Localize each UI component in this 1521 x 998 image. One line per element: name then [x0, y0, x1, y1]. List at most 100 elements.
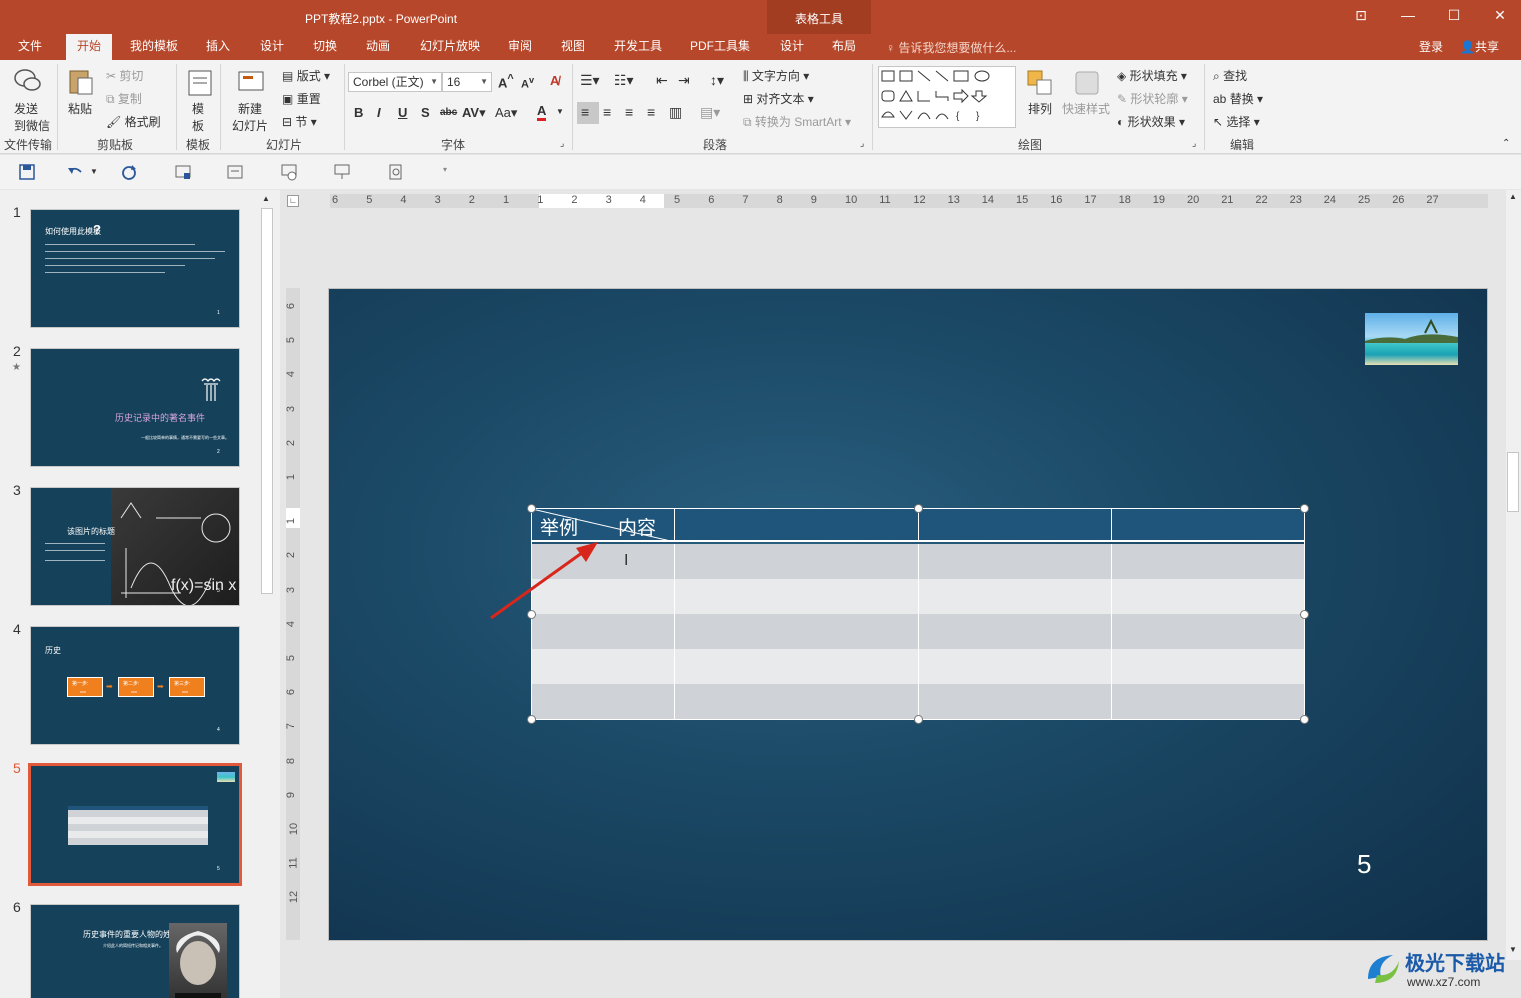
vertical-ruler[interactable]: 6 5 4 3 2 1 1 2 3 4 5 6 7 8 9 10 11 12: [285, 288, 300, 940]
thumbnail-scrollbar[interactable]: ▲: [259, 192, 275, 998]
table-row[interactable]: [532, 544, 1304, 579]
justify-icon[interactable]: ≡: [647, 104, 655, 120]
text-direction-button[interactable]: ⫼ 文字方向 ▾: [743, 67, 809, 84]
copy-button[interactable]: ⧉ 复制: [106, 90, 142, 107]
redo-icon[interactable]: [120, 163, 138, 181]
slide-thumbnail-5[interactable]: 5: [28, 763, 242, 886]
maximize-icon[interactable]: ☐: [1444, 7, 1464, 24]
tab-developer[interactable]: 开发工具: [606, 34, 670, 60]
tell-me-box[interactable]: ♀ 告诉我您想要做什么...: [886, 39, 1016, 56]
tab-pdf-tools[interactable]: PDF工具集: [680, 34, 760, 60]
close-icon[interactable]: ✕: [1490, 7, 1510, 24]
slide-thumbnail-2[interactable]: 历史记录中的著名事件 一般比较简单的事情，通常不需要写的一些文章。 2: [30, 348, 240, 467]
tab-my-templates[interactable]: 我的模板: [122, 34, 186, 60]
tab-table-layout[interactable]: 布局: [822, 34, 866, 60]
table-cell[interactable]: [919, 614, 1112, 649]
ribbon-display-icon[interactable]: ⊡: [1351, 7, 1371, 24]
line-spacing-icon[interactable]: ↕▾: [710, 72, 724, 89]
save-icon[interactable]: [18, 163, 36, 181]
table-row[interactable]: [532, 649, 1304, 684]
strikethrough-icon[interactable]: abc: [440, 107, 457, 118]
resize-handle[interactable]: [527, 715, 536, 724]
clear-format-icon[interactable]: A̸: [550, 73, 559, 88]
beach-image[interactable]: [1365, 313, 1458, 365]
tab-stop-icon[interactable]: ∟: [287, 195, 299, 207]
scrollbar-thumb[interactable]: [261, 208, 273, 594]
new-slide-button[interactable]: 新建 幻灯片: [232, 100, 268, 134]
font-size-select[interactable]: 16 ▼: [442, 72, 492, 92]
slide-thumbnail-6[interactable]: 历史事件的重要人物的姓名 介绍此人的简短传记和相关事件。: [30, 904, 240, 998]
table-cell[interactable]: [675, 614, 919, 649]
paste-button[interactable]: 粘贴: [68, 100, 92, 117]
login-link[interactable]: 登录: [1419, 38, 1443, 55]
tab-table-design[interactable]: 设计: [770, 34, 814, 60]
shape-outline-button[interactable]: ✎ 形状轮廓 ▾: [1117, 90, 1188, 107]
share-button[interactable]: 👤共享: [1460, 38, 1499, 55]
chevron-down-icon[interactable]: ▼: [556, 107, 564, 116]
table-cell[interactable]: [675, 579, 919, 614]
table-cell[interactable]: [919, 544, 1112, 579]
new-slide-qat-icon[interactable]: [174, 163, 192, 181]
decrease-indent-icon[interactable]: ⇤: [656, 72, 668, 89]
numbering-icon[interactable]: ☷▾: [614, 72, 634, 89]
find-button[interactable]: ⌕ 查找: [1213, 67, 1247, 84]
table-header-row[interactable]: 举例 内容: [532, 509, 1304, 542]
table-row[interactable]: [532, 684, 1304, 719]
table-cell[interactable]: [532, 649, 675, 684]
bullets-icon[interactable]: ☰▾: [580, 72, 600, 89]
resize-handle[interactable]: [914, 715, 923, 724]
align-text-button[interactable]: ⊞ 对齐文本 ▾: [743, 90, 814, 107]
font-name-select[interactable]: Corbel (正文) ▼: [348, 72, 442, 92]
table-cell[interactable]: [919, 649, 1112, 684]
present-icon[interactable]: [333, 163, 351, 181]
editor-scrollbar[interactable]: ▲ ▼: [1506, 190, 1521, 960]
tab-home[interactable]: 开始: [66, 34, 112, 60]
scrollbar-thumb[interactable]: [1507, 452, 1519, 512]
align-center-icon[interactable]: ≡: [603, 104, 611, 120]
tab-design[interactable]: 设计: [250, 34, 294, 60]
print-preview-icon[interactable]: [387, 163, 405, 181]
align-right-icon[interactable]: ≡: [625, 104, 633, 120]
tab-animations[interactable]: 动画: [356, 34, 400, 60]
table-cell[interactable]: [919, 509, 1112, 540]
send-wechat-button[interactable]: 发送 到微信: [14, 100, 50, 134]
replace-button[interactable]: ab 替换 ▾: [1213, 90, 1263, 107]
slideshow-qat-icon[interactable]: [280, 163, 298, 181]
grow-font-icon[interactable]: A^: [498, 73, 514, 90]
convert-smartart-button[interactable]: ⧉ 转换为 SmartArt ▾: [743, 113, 851, 130]
tab-file[interactable]: 文件: [8, 34, 52, 60]
shapes-gallery[interactable]: {}: [878, 66, 1016, 128]
drawing-dialog-launcher-icon[interactable]: ⌟: [1192, 138, 1196, 149]
table-cell[interactable]: [675, 544, 919, 579]
table-cell[interactable]: [1112, 509, 1304, 540]
chevron-down-icon[interactable]: ▼: [90, 167, 98, 176]
increase-indent-icon[interactable]: ⇥: [678, 72, 690, 89]
table-cell[interactable]: [675, 649, 919, 684]
resize-handle[interactable]: [914, 504, 923, 513]
resize-handle[interactable]: [1300, 715, 1309, 724]
shape-effects-button[interactable]: ◐ 形状效果 ▾: [1117, 113, 1185, 130]
table-cell[interactable]: [532, 684, 675, 719]
table-cell[interactable]: [675, 684, 919, 719]
columns-icon[interactable]: ▤▾: [700, 104, 720, 121]
shrink-font-icon[interactable]: Av: [521, 75, 534, 91]
table-cell[interactable]: [919, 579, 1112, 614]
template-button[interactable]: 模 板: [192, 100, 204, 134]
resize-handle[interactable]: [1300, 504, 1309, 513]
slide-thumbnail-4[interactable]: 历史 第一步: xxx 第二步: xxx 第三步: xxx ➡ ➡ 4: [30, 626, 240, 745]
underline-icon[interactable]: U: [398, 105, 407, 120]
scroll-up-icon[interactable]: ▲: [262, 194, 270, 203]
scroll-up-icon[interactable]: ▲: [1509, 192, 1517, 201]
horizontal-ruler[interactable]: 6 5 4 3 2 1 1 2 3 4 5 6 7 8 9 10 11 12 13 14 15 16 17 18 19 20 21 2…: [330, 194, 1488, 208]
select-button[interactable]: ↖ 选择 ▾: [1213, 113, 1260, 130]
distribute-icon[interactable]: ▥: [669, 104, 682, 121]
customize-qat-icon[interactable]: ▾: [443, 165, 447, 174]
shadow-icon[interactable]: S: [421, 105, 430, 120]
slide-thumbnail-1[interactable]: 如何使用此模板 ? 1: [30, 209, 240, 328]
italic-icon[interactable]: I: [377, 105, 381, 120]
tab-transitions[interactable]: 切换: [303, 34, 347, 60]
collapse-ribbon-icon[interactable]: ⌃: [1502, 138, 1510, 149]
table-row[interactable]: [532, 614, 1304, 649]
undo-icon[interactable]: [66, 163, 84, 181]
table-cell[interactable]: [675, 509, 919, 540]
